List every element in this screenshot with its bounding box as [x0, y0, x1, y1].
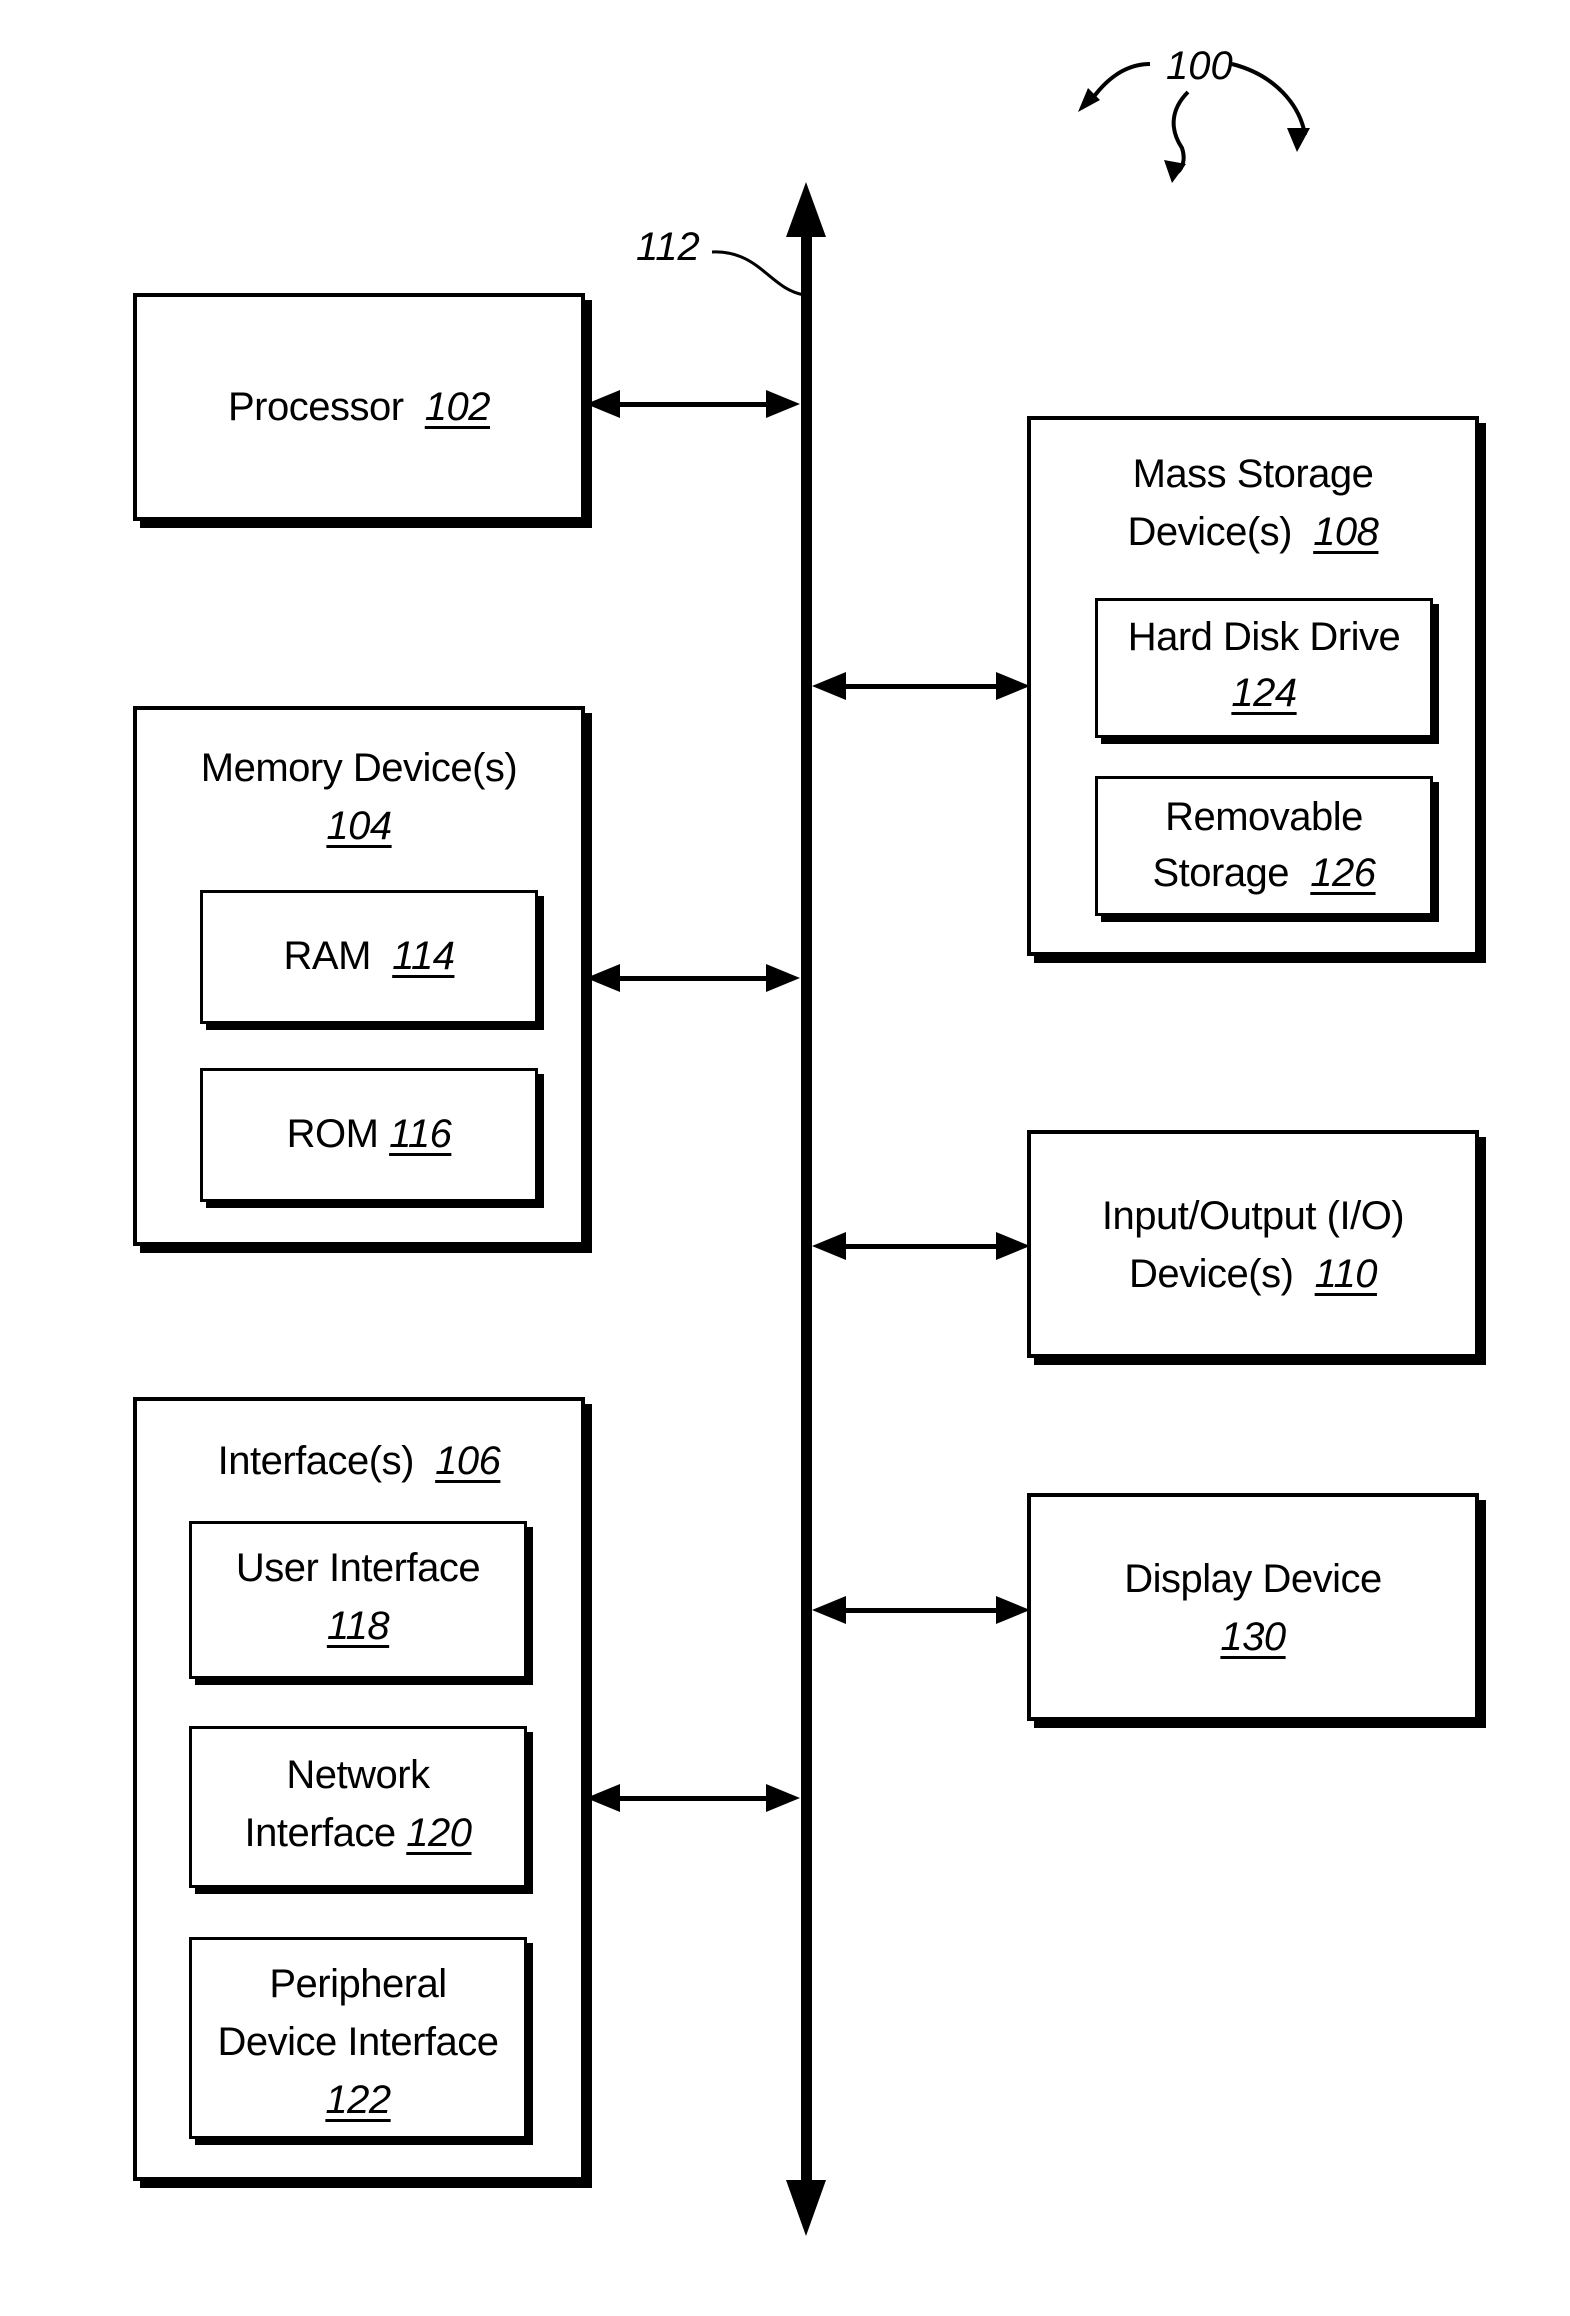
- bus-arrowhead-top: [786, 182, 826, 237]
- removable-storage-label-line1: Removable: [1165, 795, 1363, 839]
- io-block: Input/Output (I/O) Device(s) 110: [1027, 1130, 1479, 1358]
- network-interface-label-line1: Network: [286, 1753, 430, 1797]
- hard-disk-block: Hard Disk Drive 124: [1095, 598, 1433, 738]
- interfaces-ref: 106: [435, 1439, 501, 1483]
- bus-ref-number: 112: [636, 225, 700, 269]
- user-interface-block: User Interface 118: [189, 1521, 527, 1679]
- user-interface-ref: 118: [326, 1604, 390, 1648]
- connector-display: [812, 1596, 1030, 1624]
- ram-ref: 114: [392, 934, 455, 978]
- bus-arrowhead-bottom: [786, 2180, 826, 2236]
- display-block: Display Device 130: [1027, 1493, 1479, 1721]
- display-ref: 130: [1220, 1615, 1286, 1659]
- memory-label: Memory Device(s): [200, 746, 518, 790]
- memory-ref: 104: [326, 804, 392, 848]
- rom-block: ROM 116: [200, 1068, 538, 1202]
- memory-ref-line: 104: [137, 796, 581, 856]
- interfaces-block: Interface(s) 106 User Interface 118 Netw…: [133, 1397, 585, 2181]
- figure-ref-arrowhead-middle: [1164, 160, 1186, 183]
- connector-memory: [586, 964, 800, 992]
- rom-ref: 116: [389, 1112, 452, 1156]
- system-bus: [786, 182, 826, 2236]
- mass-storage-label-line1: Mass Storage: [1132, 452, 1374, 496]
- network-interface-ref: 120: [406, 1811, 472, 1855]
- peripheral-interface-label-line1: Peripheral: [269, 1962, 447, 2006]
- user-interface-label: User Interface: [235, 1546, 481, 1590]
- peripheral-interface-label-line2: Device Interface: [217, 2020, 499, 2064]
- network-interface-block: Network Interface 120: [189, 1726, 527, 1888]
- removable-storage-ref: 126: [1310, 851, 1376, 895]
- display-ref-line: 130: [1031, 1607, 1475, 1667]
- figure-ref-arrow-left: [1088, 62, 1151, 104]
- user-interface-ref-line: 118: [192, 1596, 524, 1656]
- mass-storage-block: Mass Storage Device(s) 108 Hard Disk Dri…: [1027, 416, 1479, 956]
- mass-storage-ref: 108: [1313, 510, 1379, 554]
- hard-disk-ref: 124: [1231, 671, 1297, 715]
- removable-storage-block: Removable Storage 126: [1095, 776, 1433, 916]
- display-label: Display Device: [1124, 1557, 1382, 1601]
- processor-ref: 102: [424, 385, 491, 429]
- peripheral-interface-ref: 122: [325, 2078, 391, 2122]
- connector-io: [812, 1232, 1030, 1260]
- network-interface-label-line2: Interface 120: [244, 1811, 472, 1855]
- bus-shaft: [801, 225, 812, 2190]
- bus-leader-line: [711, 250, 806, 297]
- figure-ref-arrowhead-right: [1287, 128, 1310, 152]
- connector-processor: [586, 390, 800, 418]
- memory-block: Memory Device(s) 104 RAM 114 ROM 116: [133, 706, 585, 1246]
- hard-disk-label: Hard Disk Drive: [1127, 615, 1401, 659]
- io-ref: 110: [1314, 1252, 1378, 1296]
- peripheral-interface-block: Peripheral Device Interface 122: [189, 1937, 527, 2139]
- interfaces-label: Interface(s) 106: [217, 1439, 501, 1483]
- connector-interfaces: [586, 1784, 800, 1812]
- figure-ref-number: 100: [1166, 44, 1233, 88]
- hard-disk-ref-line: 124: [1098, 663, 1430, 723]
- figure-ref-arrow-right: [1231, 62, 1307, 136]
- removable-storage-label-line2: Storage 126: [1152, 851, 1376, 895]
- io-label-line2: Device(s) 110: [1129, 1252, 1378, 1296]
- ram-block: RAM 114: [200, 890, 538, 1024]
- io-label-line1: Input/Output (I/O): [1101, 1194, 1405, 1238]
- mass-storage-label-line2: Device(s) 108: [1127, 510, 1379, 554]
- connector-mass-storage: [812, 672, 1030, 700]
- figure-ref-arrow-middle: [1171, 90, 1190, 174]
- processor-block: Processor 102: [133, 293, 585, 521]
- processor-label: Processor 102: [227, 385, 491, 429]
- ram-label: RAM 114: [283, 934, 455, 978]
- peripheral-interface-ref-line: 122: [192, 2070, 524, 2130]
- rom-label: ROM 116: [286, 1112, 452, 1156]
